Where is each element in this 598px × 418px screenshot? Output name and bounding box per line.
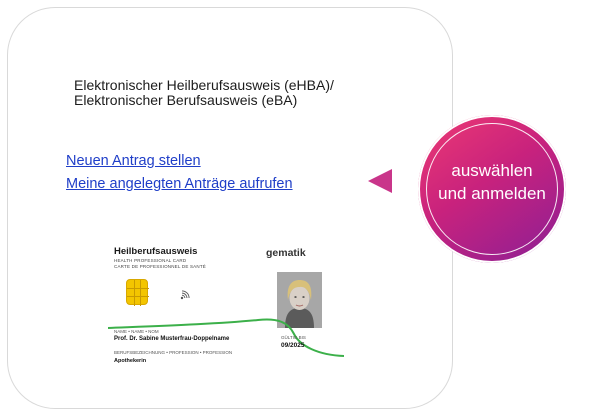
- health-professional-card-image: Heilberufsausweis HEALTH PROFESSIONAL CA…: [108, 236, 344, 380]
- card-title-line-1: Elektronischer Heilberufsausweis (eHBA)/: [74, 77, 334, 93]
- select-and-login-badge: auswählen und anmelden: [418, 115, 566, 263]
- badge-label-line-1: auswählen: [451, 161, 533, 180]
- card-title-line-2: Elektronischer Berufsausweis (eBA): [74, 92, 298, 108]
- health-card-subtitle-fr: CARTE DE PROFESSIONNEL DE SANTÉ: [114, 264, 206, 269]
- health-card-title: Heilberufsausweis: [114, 246, 198, 257]
- pointer-triangle-icon: [368, 169, 392, 193]
- card-title: Elektronischer Heilberufsausweis (eHBA)/…: [74, 78, 434, 108]
- card-holder-name: Prof. Dr. Sabine Musterfrau-Doppelname: [114, 336, 230, 342]
- action-links: Neuen Antrag stellen Meine angelegten An…: [66, 150, 293, 196]
- badge-label-line-2: und anmelden: [438, 184, 546, 203]
- name-label: NAME • NAME • NOM: [114, 329, 159, 334]
- profession-value: Apothekerin: [114, 358, 147, 364]
- valid-until-date: 09/2025: [281, 342, 305, 349]
- valid-until-label: GÜLTIG BIS: [281, 335, 306, 340]
- chip-icon: [126, 279, 149, 306]
- health-card-subtitle-en: HEALTH PROFESSIONAL CARD: [114, 258, 187, 263]
- my-applications-link[interactable]: Meine angelegten Anträge aufrufen: [66, 173, 293, 196]
- gematik-logo: gematik: [266, 247, 306, 259]
- contactless-icon: [180, 290, 190, 300]
- profession-label: BERUFSBEZEICHNUNG • PROFESSION • PROFESS…: [114, 350, 233, 355]
- badge-label: auswählen und anmelden: [418, 159, 566, 205]
- new-application-link[interactable]: Neuen Antrag stellen: [66, 150, 293, 173]
